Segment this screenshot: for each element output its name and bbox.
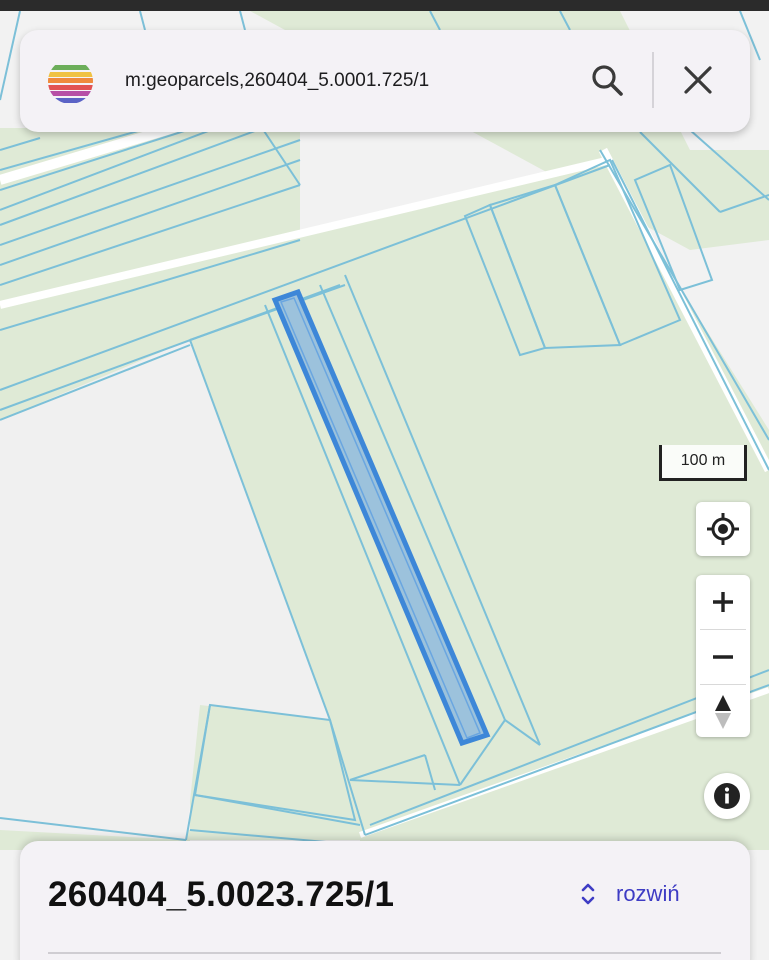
logo-stripe [48, 78, 93, 83]
close-icon [684, 66, 712, 94]
app-logo-icon[interactable] [48, 59, 93, 104]
parcel-id-title: 260404_5.0023.725/1 [48, 875, 395, 914]
expand-button[interactable]: rozwiń [580, 876, 680, 912]
logo-stripe [48, 65, 93, 70]
info-icon [714, 783, 740, 809]
search-button[interactable] [585, 58, 629, 102]
logo-stripe [48, 91, 93, 96]
compass-button[interactable] [696, 685, 750, 739]
search-bar-divider [652, 52, 654, 108]
status-strip [0, 0, 769, 11]
plus-icon [713, 592, 733, 612]
logo-stripe [48, 84, 93, 90]
compass-icon [715, 695, 731, 729]
zoom-out-button[interactable] [696, 630, 750, 684]
minus-icon [713, 655, 733, 659]
zoom-in-button[interactable] [696, 575, 750, 629]
locate-button[interactable] [696, 502, 750, 556]
locate-icon [707, 513, 739, 545]
sheet-divider [48, 952, 721, 954]
expand-label: rozwiń [616, 881, 680, 906]
info-button[interactable] [704, 773, 750, 819]
map-app: 100 m [0, 0, 769, 960]
unfold-icon [581, 883, 595, 905]
search-icon [592, 65, 623, 96]
map-scale: 100 m [659, 445, 747, 481]
map-canvas[interactable] [0, 11, 769, 960]
logo-stripe [48, 71, 93, 77]
close-button[interactable] [676, 58, 720, 102]
zoom-controls [696, 575, 750, 737]
search-input[interactable] [125, 66, 545, 96]
